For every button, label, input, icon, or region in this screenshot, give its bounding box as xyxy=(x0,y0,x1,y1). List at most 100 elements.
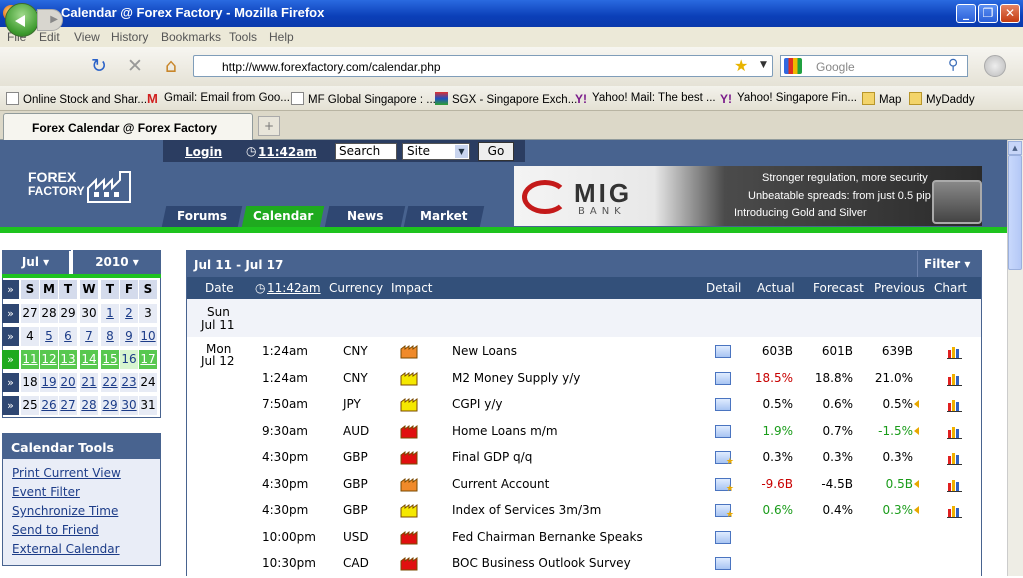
detail-icon[interactable] xyxy=(715,478,734,494)
detail-icon[interactable] xyxy=(715,398,731,411)
filter-button[interactable]: Filter ▾ xyxy=(917,251,981,277)
col-time[interactable]: 11:42am xyxy=(267,281,321,295)
event-title[interactable]: Fed Chairman Bernanke Speaks xyxy=(452,530,643,544)
detail-icon[interactable] xyxy=(715,531,731,544)
menu-bookmarks[interactable]: Bookmarks xyxy=(161,30,221,44)
week-select-arrow[interactable]: » xyxy=(2,373,19,392)
stop-icon[interactable]: ✕ xyxy=(124,55,146,77)
event-row[interactable]: 10:00pm USD Fed Chairman Bernanke Speaks xyxy=(187,526,981,552)
nav-calendar[interactable]: Calendar xyxy=(241,206,325,227)
event-filter-link[interactable]: Event Filter xyxy=(12,485,80,499)
event-title[interactable]: Final GDP q/q xyxy=(452,450,532,464)
send-friend-link[interactable]: Send to Friend xyxy=(12,523,99,537)
year-select[interactable]: 2010 ▾ xyxy=(71,250,161,275)
month-select[interactable]: Jul ▾ xyxy=(2,250,69,275)
calendar-day[interactable]: 2 xyxy=(120,304,138,323)
event-title[interactable]: BOC Business Outlook Survey xyxy=(452,556,631,570)
calendar-day[interactable]: 21 xyxy=(80,373,98,392)
calendar-day[interactable]: 17 xyxy=(139,350,157,369)
calendar-day[interactable]: 6 xyxy=(59,327,77,346)
maximize-button[interactable]: ❐ xyxy=(978,4,998,23)
scrollbar-thumb[interactable] xyxy=(1008,155,1022,270)
menu-help[interactable]: Help xyxy=(269,30,294,44)
calendar-day[interactable]: 19 xyxy=(40,373,58,392)
calendar-day[interactable]: 20 xyxy=(59,373,77,392)
menu-edit[interactable]: Edit xyxy=(39,30,60,44)
chart-icon[interactable] xyxy=(947,398,963,412)
bookmark-item[interactable]: SGX - Singapore Exch... xyxy=(435,92,577,106)
minimize-button[interactable]: _ xyxy=(956,4,976,23)
addon-icon[interactable] xyxy=(984,55,1006,77)
nav-news[interactable]: News xyxy=(324,206,406,227)
chart-icon[interactable] xyxy=(947,478,963,492)
event-row[interactable]: 10:30pm CAD BOC Business Outlook Survey xyxy=(187,552,981,578)
calendar-day[interactable]: 15 xyxy=(101,350,119,369)
calendar-day[interactable]: 8 xyxy=(101,327,119,346)
tab-forex-calendar[interactable]: Forex Calendar @ Forex Factory xyxy=(3,113,253,140)
forex-factory-logo[interactable]: FOREX FACTORY xyxy=(28,170,85,198)
event-title[interactable]: Current Account xyxy=(452,477,549,491)
bookmark-folder[interactable]: MyDaddy xyxy=(909,92,975,106)
calendar-day[interactable]: 23 xyxy=(120,373,138,392)
calendar-day[interactable]: 1 xyxy=(101,304,119,323)
google-engine-icon[interactable] xyxy=(784,58,802,74)
sync-time-link[interactable]: Synchronize Time xyxy=(12,504,118,518)
calendar-day[interactable]: 11 xyxy=(21,350,39,369)
time-link[interactable]: 11:42am xyxy=(258,145,317,159)
site-search-input[interactable]: Search xyxy=(335,143,397,160)
login-link[interactable]: Login xyxy=(185,145,222,159)
calendar-day[interactable]: 16 xyxy=(120,350,138,369)
menu-tools[interactable]: Tools xyxy=(229,30,257,44)
week-select-arrow[interactable]: » xyxy=(2,350,19,369)
go-button[interactable]: Go xyxy=(478,142,514,161)
week-select-arrow[interactable]: » xyxy=(2,396,19,415)
event-row[interactable]: 1:24am CNY M2 Money Supply y/y 18.5% 18.8% 21… xyxy=(187,367,981,393)
calendar-day[interactable]: 10 xyxy=(139,327,157,346)
calendar-day[interactable]: 5 xyxy=(40,327,58,346)
home-icon[interactable]: ⌂ xyxy=(160,55,182,77)
search-box[interactable] xyxy=(780,55,968,77)
week-select-arrow[interactable]: » xyxy=(2,304,19,323)
new-tab-button[interactable]: + xyxy=(258,116,280,136)
nav-forums[interactable]: Forums xyxy=(161,206,243,227)
calendar-day[interactable]: 27 xyxy=(59,396,77,415)
bookmark-folder[interactable]: Map xyxy=(862,92,901,106)
search-go-icon[interactable]: ⚲ xyxy=(948,57,958,73)
detail-icon[interactable] xyxy=(715,425,731,438)
bookmark-item[interactable]: Y! Yahoo! Mail: The best ... xyxy=(575,92,716,106)
event-row[interactable]: 9:30am AUD Home Loans m/m 1.9% 0.7% -1.5% xyxy=(187,420,981,446)
chart-icon[interactable] xyxy=(947,504,963,518)
bookmark-item[interactable]: MF Global Singapore : ... xyxy=(291,92,436,106)
site-scope-select[interactable]: Site xyxy=(402,143,470,160)
back-button[interactable] xyxy=(5,3,39,37)
calendar-day[interactable]: 22 xyxy=(101,373,119,392)
calendar-day[interactable]: 9 xyxy=(120,327,138,346)
event-row[interactable]: 4:30pm GBP Index of Services 3m/3m 0.6% 0.4%… xyxy=(187,499,981,525)
week-select-arrow[interactable]: » xyxy=(2,327,19,346)
event-row[interactable]: 4:30pm GBP Final GDP q/q 0.3% 0.3% 0.3% xyxy=(187,446,981,472)
reload-icon[interactable]: ↻ xyxy=(88,55,110,77)
event-title[interactable]: CGPI y/y xyxy=(452,397,503,411)
event-row[interactable]: 7:50am JPY CGPI y/y 0.5% 0.6% 0.5% xyxy=(187,393,981,419)
calendar-day[interactable]: 29 xyxy=(101,396,119,415)
chart-icon[interactable] xyxy=(947,451,963,465)
calendar-day[interactable]: 26 xyxy=(40,396,58,415)
menu-history[interactable]: History xyxy=(111,30,148,44)
calendar-day[interactable]: 12 xyxy=(40,350,58,369)
event-title[interactable]: New Loans xyxy=(452,344,517,358)
external-calendar-link[interactable]: External Calendar xyxy=(12,542,120,556)
nav-market[interactable]: Market xyxy=(403,206,485,227)
detail-icon[interactable] xyxy=(715,504,734,520)
bookmark-star-icon[interactable]: ★ xyxy=(734,56,748,75)
event-title[interactable]: Home Loans m/m xyxy=(452,424,558,438)
url-dropdown-icon[interactable]: ▼ xyxy=(760,60,767,70)
forward-button[interactable]: ▶ xyxy=(37,9,63,31)
event-row[interactable]: 1:24am CNY New Loans 603B 601B 639B xyxy=(187,340,981,366)
chart-icon[interactable] xyxy=(947,372,963,386)
event-title[interactable]: Index of Services 3m/3m xyxy=(452,503,601,517)
calendar-day[interactable]: 13 xyxy=(59,350,77,369)
calendar-day[interactable]: 7 xyxy=(80,327,98,346)
chart-icon[interactable] xyxy=(947,425,963,439)
bookmark-item[interactable]: M Gmail: Email from Goo... xyxy=(147,92,290,105)
detail-icon[interactable] xyxy=(715,345,731,358)
